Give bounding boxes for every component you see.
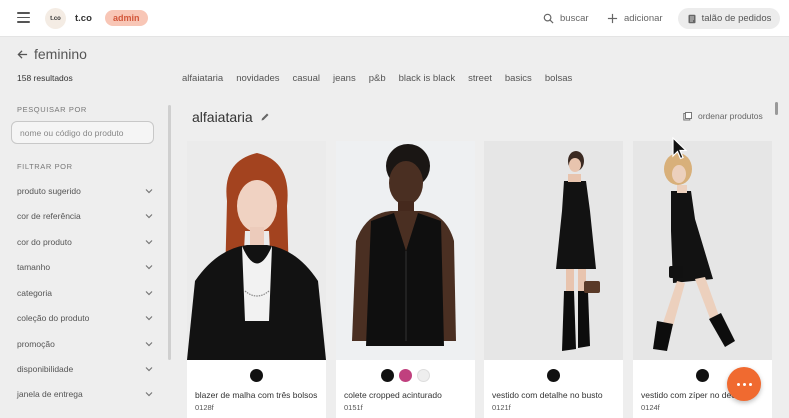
filter-label: promoção <box>17 339 55 349</box>
product-search-input[interactable] <box>11 121 154 144</box>
chevron-down-icon <box>145 265 153 270</box>
filter-tamanho[interactable]: tamanho <box>17 260 153 274</box>
filter-label: disponibilidade <box>17 364 74 374</box>
admin-badge: admin <box>105 10 148 26</box>
product-image[interactable] <box>484 141 623 360</box>
product-name: vestido com detalhe no busto <box>492 390 603 400</box>
filter-heading: FILTRAR POR <box>17 162 73 171</box>
filter-produto-sugerido[interactable]: produto sugerido <box>17 184 153 198</box>
product-card[interactable]: vestido com detalhe no busto 0121f <box>484 141 623 418</box>
product-code: 0151f <box>344 403 363 412</box>
dot-icon <box>742 382 746 386</box>
filter-label: janela de entrega <box>17 389 83 399</box>
back-button[interactable]: feminino <box>17 46 87 62</box>
dot-icon <box>748 382 752 386</box>
search-icon <box>543 13 554 24</box>
filter-categoria[interactable]: categoria <box>17 286 153 300</box>
plus-icon <box>607 13 618 24</box>
search-label: buscar <box>560 13 589 24</box>
tab-alfaiataria[interactable]: alfaiataria <box>182 73 223 84</box>
chevron-down-icon <box>145 291 153 296</box>
swatch-black[interactable] <box>696 369 709 382</box>
brand-name: t.co <box>75 13 92 24</box>
results-count: 158 resultados <box>17 73 73 83</box>
filter-label: produto sugerido <box>17 186 81 196</box>
order-book-icon <box>688 14 696 23</box>
swatch-pink[interactable] <box>399 369 412 382</box>
order-book-label: talão de pedidos <box>701 13 772 24</box>
tab-novidades[interactable]: novidades <box>236 73 279 84</box>
tab-street[interactable]: street <box>468 73 492 84</box>
tab-black-is-black[interactable]: black is black <box>399 73 456 84</box>
product-name: colete cropped acinturado <box>344 390 442 400</box>
arrow-left-icon <box>17 49 28 59</box>
mouse-cursor-icon <box>672 137 688 160</box>
tab-basics[interactable]: basics <box>505 73 532 84</box>
add-button[interactable]: adicionar <box>607 13 663 24</box>
top-bar: t.co t.co admin buscar adicionar talão d… <box>0 0 789 37</box>
color-swatches <box>336 369 475 382</box>
chevron-down-icon <box>145 214 153 219</box>
dot-icon <box>736 382 740 386</box>
sidebar-scrollbar[interactable] <box>168 105 171 360</box>
sort-label: ordenar produtos <box>698 111 763 121</box>
product-name: blazer de malha com três bolsos <box>195 390 318 400</box>
chevron-down-icon <box>145 240 153 245</box>
chevron-down-icon <box>145 342 153 347</box>
chevron-down-icon <box>145 392 153 397</box>
page-title: feminino <box>34 46 87 62</box>
filter-cor-do-produto[interactable]: cor do produto <box>17 235 153 249</box>
filter-cor-de-referencia[interactable]: cor de referência <box>17 209 153 223</box>
order-book-button[interactable]: talão de pedidos <box>678 8 780 29</box>
category-tabs: alfaiataria novidades casual jeans p&b b… <box>182 73 572 84</box>
filter-label: cor de referência <box>17 211 81 221</box>
search-heading: PESQUISAR POR <box>17 105 87 114</box>
menu-icon[interactable] <box>17 12 30 23</box>
product-image[interactable] <box>633 141 772 360</box>
filter-label: coleção do produto <box>17 313 90 323</box>
product-code: 0121f <box>492 403 511 412</box>
filter-colecao-do-produto[interactable]: coleção do produto <box>17 311 153 325</box>
product-image[interactable] <box>187 141 326 360</box>
filter-label: categoria <box>17 288 52 298</box>
product-image[interactable] <box>336 141 475 360</box>
add-label: adicionar <box>624 13 663 24</box>
tab-casual[interactable]: casual <box>293 73 320 84</box>
product-card[interactable]: colete cropped acinturado 0151f <box>336 141 475 418</box>
swatch-black[interactable] <box>547 369 560 382</box>
filter-label: tamanho <box>17 262 51 272</box>
tab-bolsas[interactable]: bolsas <box>545 73 572 84</box>
tab-pb[interactable]: p&b <box>369 73 386 84</box>
tab-jeans[interactable]: jeans <box>333 73 356 84</box>
swatch-black[interactable] <box>381 369 394 382</box>
filter-disponibilidade[interactable]: disponibilidade <box>17 362 153 376</box>
color-swatches <box>187 369 326 382</box>
section-heading: alfaiataria <box>192 109 270 125</box>
filter-label: cor do produto <box>17 237 72 247</box>
pencil-icon[interactable] <box>260 112 270 122</box>
brand-logo[interactable]: t.co <box>45 8 66 29</box>
search-button[interactable]: buscar <box>543 13 589 24</box>
sort-products-button[interactable]: ordenar produtos <box>683 111 763 121</box>
chevron-down-icon <box>145 316 153 321</box>
product-code: 0128f <box>195 403 214 412</box>
main-scrollbar[interactable] <box>775 102 778 115</box>
chevron-down-icon <box>145 189 153 194</box>
sort-icon <box>683 111 692 120</box>
filter-sidebar: PESQUISAR POR FILTRAR POR produto sugeri… <box>0 95 172 418</box>
filter-janela-de-entrega[interactable]: janela de entrega <box>17 387 153 401</box>
product-code: 0124f <box>641 403 660 412</box>
filter-promocao[interactable]: promoção <box>17 337 153 351</box>
swatch-white[interactable] <box>417 369 430 382</box>
more-actions-button[interactable] <box>727 367 761 401</box>
product-card[interactable]: blazer de malha com três bolsos 0128f <box>187 141 326 418</box>
color-swatches <box>484 369 623 382</box>
swatch-black[interactable] <box>250 369 263 382</box>
section-title: alfaiataria <box>192 109 253 125</box>
chevron-down-icon <box>145 367 153 372</box>
